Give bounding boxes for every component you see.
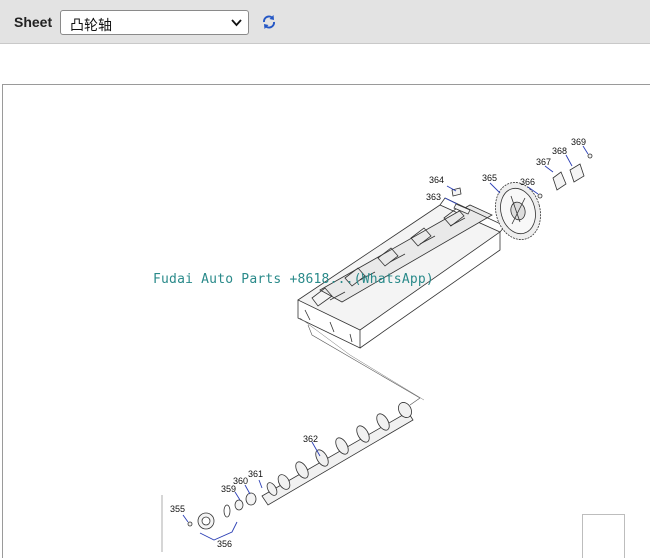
callout-366[interactable]: 366 [520,177,535,187]
callout-367[interactable]: 367 [536,157,551,167]
assembly-line [307,324,421,406]
callout-365[interactable]: 365 [482,173,497,183]
callout-360[interactable]: 360 [233,476,248,486]
callout-368[interactable]: 368 [552,146,567,156]
callout-363[interactable]: 363 [426,192,441,202]
callout-362[interactable]: 362 [303,434,318,444]
watermark-text: Fudai Auto Parts +8618...(WhatsApp) [153,272,434,287]
callout-356[interactable]: 356 [217,539,232,549]
callout-369[interactable]: 369 [571,137,586,147]
thumbnail-box[interactable] [582,514,625,558]
cam-gear [495,182,541,240]
callout-361[interactable]: 361 [248,469,263,479]
callout-355[interactable]: 355 [170,504,185,514]
front-parts [187,492,257,530]
camshaft [261,402,414,506]
callout-364[interactable]: 364 [429,175,444,185]
